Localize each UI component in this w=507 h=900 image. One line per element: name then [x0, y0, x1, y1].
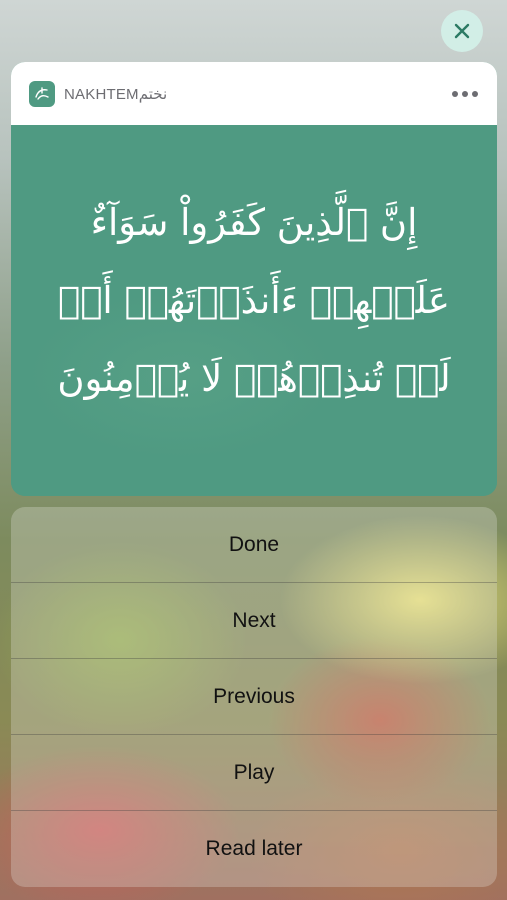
- notification-header: NAKHTEMنختم: [11, 62, 497, 125]
- close-icon: [454, 23, 470, 39]
- nakhtem-logo-icon: [29, 80, 55, 107]
- previous-button[interactable]: Previous: [11, 659, 497, 735]
- verse-container: إِنَّ ٱلَّذِينَ كَفَرُواْ سَوَآءٌ عَلَيۡ…: [11, 125, 497, 496]
- play-button[interactable]: Play: [11, 735, 497, 811]
- notification-card[interactable]: NAKHTEMنختم إِنَّ ٱلَّذِينَ كَفَرُواْ سَ…: [11, 62, 497, 496]
- app-name: NAKHTEMنختم: [64, 85, 168, 103]
- close-button[interactable]: [441, 10, 483, 52]
- action-menu: Done Next Previous Play Read later: [11, 507, 497, 887]
- ellipsis-icon[interactable]: [447, 79, 483, 109]
- done-button[interactable]: Done: [11, 507, 497, 583]
- read-later-button[interactable]: Read later: [11, 811, 497, 887]
- next-button[interactable]: Next: [11, 583, 497, 659]
- verse-text: إِنَّ ٱلَّذِينَ كَفَرُواْ سَوَآءٌ عَلَيۡ…: [57, 200, 451, 400]
